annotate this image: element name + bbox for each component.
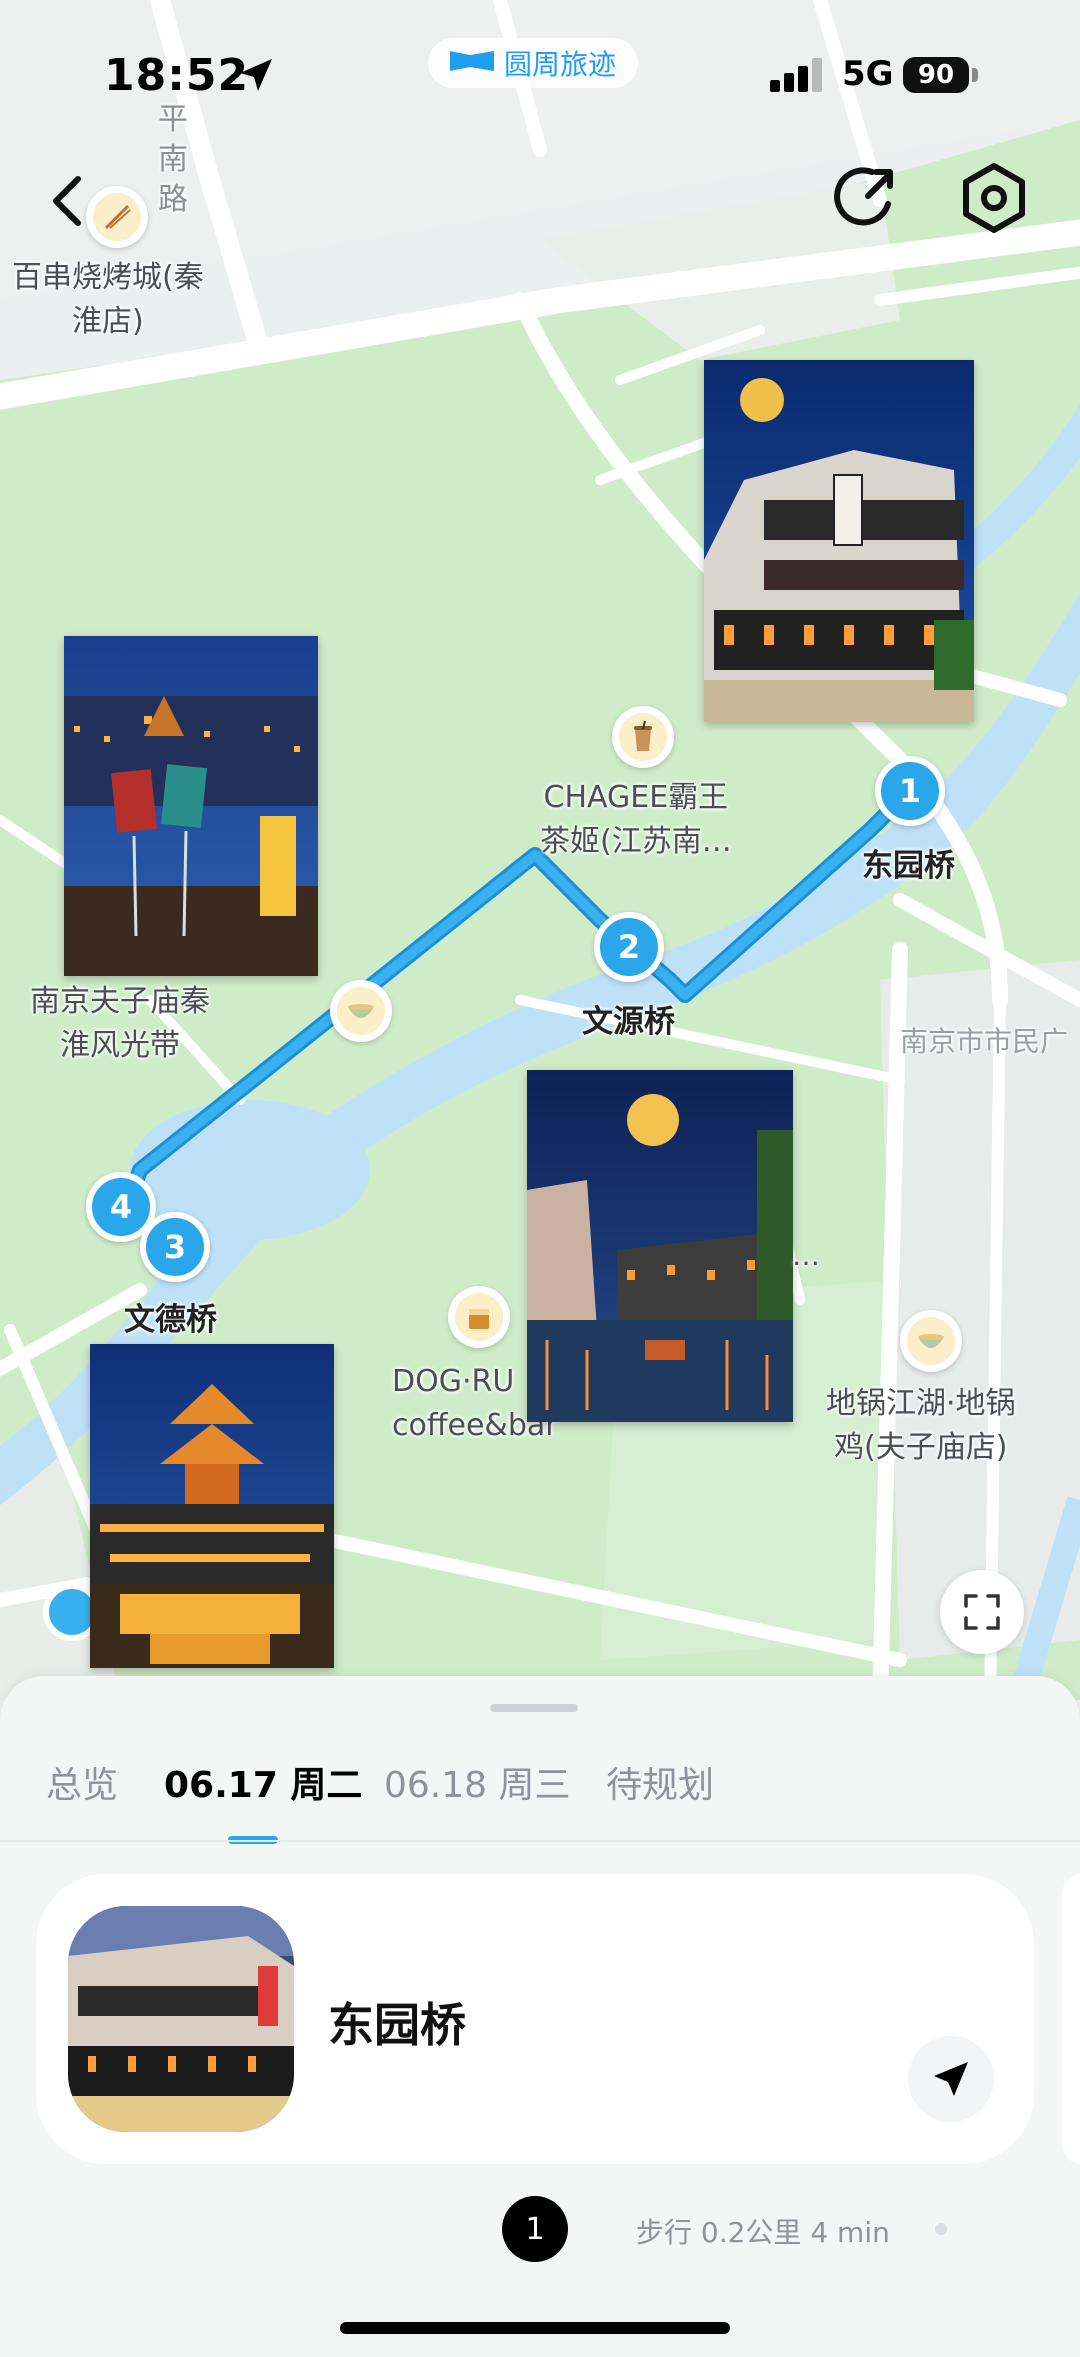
back-button[interactable] <box>40 165 100 235</box>
stop-marker-2[interactable]: 2 <box>594 912 664 982</box>
date-tabs: 总览 06.17 周二 06.18 周三 待规划 <box>0 1756 1080 1836</box>
share-icon <box>834 167 893 226</box>
poi-label-diguo[interactable]: 地锅江湖·地锅 鸡(夫子庙店) <box>826 1382 1016 1470</box>
map-view[interactable]: 平 南 路 南京市市民广 百串烧烤城(秦 淮店) CHAGEE霸王 茶姬(江苏南… <box>0 0 1080 1700</box>
share-button[interactable] <box>828 160 904 236</box>
poi-icon-dogru[interactable] <box>448 1286 510 1348</box>
photo-fuzimiao[interactable] <box>64 636 318 976</box>
page-indicator-dot <box>935 2223 947 2235</box>
stop-card-thumbnail <box>68 1906 294 2132</box>
tab-0618[interactable]: 06.18 周三 <box>384 1756 571 1808</box>
bowl-icon <box>337 987 385 1035</box>
navigate-button[interactable] <box>908 2036 994 2122</box>
poi-icon-fuzimiao[interactable] <box>330 980 392 1042</box>
expand-icon <box>964 1594 1000 1630</box>
battery-tip <box>972 68 978 82</box>
fullscreen-button[interactable] <box>940 1570 1024 1654</box>
gear-icon <box>963 163 1025 233</box>
photo-wende[interactable] <box>90 1344 334 1668</box>
stop-marker-1[interactable]: 1 <box>875 756 945 826</box>
stop-label-1[interactable]: 东园桥 <box>862 840 955 885</box>
walk-info: 步行 0.2公里 4 min <box>636 2216 890 2249</box>
battery-level: 90 <box>917 60 955 90</box>
tab-unplanned[interactable]: 待规划 <box>606 1756 714 1808</box>
status-bar: 18:52 圆周旅迹 5G 90 <box>0 0 1080 150</box>
app-name: 圆周旅迹 <box>504 48 617 81</box>
app-indicator[interactable]: 圆周旅迹 <box>428 38 639 88</box>
poi-icon-diguo[interactable] <box>900 1310 962 1372</box>
stop-label-2[interactable]: 文源桥 <box>582 996 675 1041</box>
bowl-icon <box>907 1317 955 1365</box>
poi-label-chagee[interactable]: CHAGEE霸王 茶姬(江苏南… <box>540 776 732 864</box>
tab-divider <box>0 1840 1080 1842</box>
stop-marker-3[interactable]: 3 <box>140 1212 210 1282</box>
whisky-glass-icon <box>455 1293 503 1341</box>
location-arrow-icon <box>240 59 272 91</box>
stop-label-3[interactable]: 文德桥 <box>124 1294 217 1339</box>
photo-dongyuan[interactable] <box>704 360 974 722</box>
navigation-arrow-icon <box>934 2062 968 2096</box>
stop-card-title: 东园桥 <box>328 1998 466 2052</box>
battery-icon: 90 <box>903 57 969 93</box>
tab-overview[interactable]: 总览 <box>46 1756 118 1808</box>
photo-wenyuan[interactable] <box>527 1070 793 1422</box>
flag-icon <box>450 51 494 71</box>
home-indicator <box>340 2322 730 2334</box>
settings-button[interactable] <box>956 160 1032 236</box>
photo-overflow-ellipsis: … <box>792 1239 820 1272</box>
chevron-left-icon <box>53 176 81 226</box>
sheet-drag-handle[interactable] <box>490 1704 578 1712</box>
signal-icon <box>770 58 822 92</box>
network-type: 5G <box>842 54 894 94</box>
tab-0617[interactable]: 06.17 周二 <box>164 1756 362 1808</box>
poi-label-fuzimiao[interactable]: 南京夫子庙秦 淮风光带 <box>30 980 210 1068</box>
road-label-right: 南京市市民广 <box>900 1025 1069 1058</box>
skewer-icon <box>93 193 141 241</box>
next-card-peek[interactable] <box>1062 1874 1080 2164</box>
step-number-badge: 1 <box>502 2196 568 2262</box>
status-time: 18:52 <box>104 50 250 101</box>
poi-icon-chagee[interactable] <box>612 706 674 768</box>
stop-card[interactable]: 东园桥 <box>36 1874 1034 2164</box>
poi-label-bbq[interactable]: 百串烧烤城(秦 淮店) <box>12 256 204 344</box>
milk-tea-icon <box>619 713 667 761</box>
